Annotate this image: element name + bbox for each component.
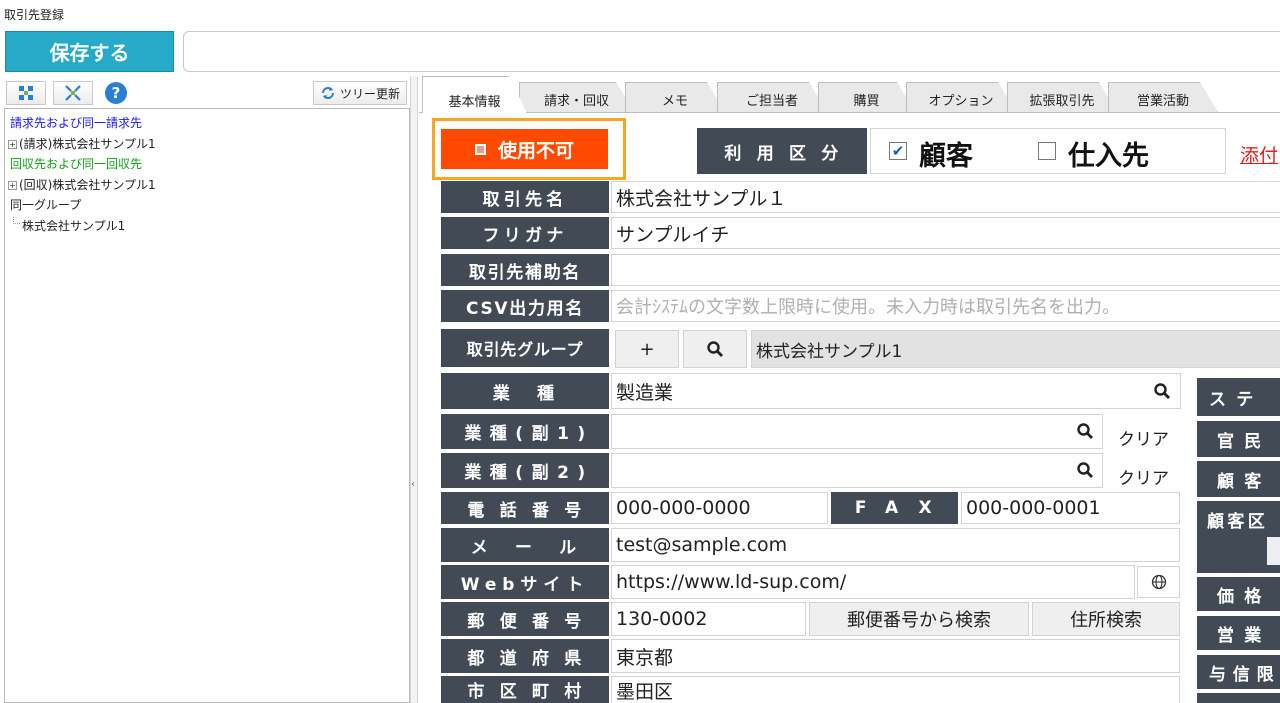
usage-options: ✔ 顧客 仕入先 (870, 128, 1226, 174)
furigana-label: フリガナ (441, 217, 609, 249)
tree-node-label: (回収)株式会社サンプル1 (19, 178, 156, 192)
splitter-collapse-icon[interactable]: ‹ (411, 479, 417, 501)
group-add-button[interactable]: + (615, 330, 679, 368)
industry-sub1-clear[interactable]: クリア (1118, 425, 1169, 450)
tree-node-billing[interactable]: + (請求)株式会社サンプル1 (8, 135, 156, 152)
phone-field[interactable]: 000-000-0000 (611, 492, 828, 524)
email-label: メール (441, 528, 609, 562)
tab-options[interactable]: オプション (906, 82, 1016, 112)
top-message-field (183, 31, 1280, 72)
collapse-all-button[interactable] (53, 81, 93, 105)
scroll-stub (1267, 537, 1280, 565)
save-button[interactable]: 保存する (5, 31, 174, 72)
right-label-customer-category: 顧客区 (1197, 501, 1280, 573)
industry-sub2-clear[interactable]: クリア (1118, 464, 1169, 489)
partner-name-label: 取引先名 (441, 181, 609, 213)
usage-label: 利用区分 (697, 128, 867, 174)
website-field[interactable]: https://www.ld-sup.com/ (611, 565, 1135, 599)
tab-extended-partner[interactable]: 拡張取引先 (1007, 82, 1117, 112)
right-label-next (1197, 693, 1280, 703)
fax-field[interactable]: 000-000-0001 (961, 492, 1180, 524)
expand-node-icon[interactable]: + (8, 181, 17, 190)
search-by-postal-button[interactable]: 郵便番号から検索 (809, 602, 1029, 636)
tree-header-collection: 回収先および同一回収先 (10, 157, 143, 171)
tab-sales-activity[interactable]: 営業活動 (1108, 82, 1218, 112)
checkbox-square-icon (474, 143, 486, 155)
status-label: 使用不可 (497, 139, 574, 162)
right-label-price: 価格 (1197, 577, 1280, 611)
expand-icon (19, 86, 33, 100)
sub-name-label: 取引先補助名 (441, 254, 609, 286)
tree-refresh-label: ツリー更新 (339, 86, 400, 101)
expand-node-icon[interactable]: + (8, 140, 17, 149)
industry-sub1-field[interactable] (611, 414, 1103, 449)
right-label-customer: 顧客 (1197, 461, 1280, 497)
right-label-status: ステ (1197, 378, 1280, 416)
search-icon (707, 341, 723, 357)
city-field[interactable]: 墨田区 (611, 676, 1180, 703)
customer-checkbox[interactable]: ✔ (889, 142, 907, 160)
prefecture-field[interactable]: 東京都 (611, 639, 1180, 673)
right-label-customer-category-text: 顧客区 (1207, 512, 1269, 532)
relation-tree: 請求先および同一請求先 + (請求)株式会社サンプル1 回収先および同一回収先 +… (4, 108, 410, 703)
right-label-sales: 営業 (1197, 616, 1280, 650)
supplier-label: 仕入先 (1068, 141, 1149, 172)
postal-field[interactable]: 130-0002 (611, 602, 806, 636)
city-label: 市区町村 (441, 676, 609, 703)
website-label: Webサイト (441, 565, 609, 599)
attachment-link[interactable]: 添付 (1240, 141, 1278, 168)
right-label-credit: 与信限 (1197, 655, 1280, 689)
address-search-button[interactable]: 住所検索 (1032, 602, 1180, 636)
customer-label: 顧客 (919, 141, 973, 172)
group-field: 株式会社サンプル1 (751, 330, 1280, 368)
postal-label: 郵便番号 (441, 602, 609, 636)
tree-toolbar: ? ツリー更新 (4, 79, 410, 107)
tab-purchasing[interactable]: 購買 (818, 82, 915, 112)
phone-label: 電話番号 (441, 492, 609, 524)
tree-header-group: 同一グループ (10, 198, 82, 212)
right-label-public-private: 官民 (1197, 421, 1280, 457)
tree-connector (13, 217, 20, 224)
search-icon[interactable] (1076, 461, 1094, 479)
help-icon[interactable]: ? (105, 82, 127, 104)
tree-refresh-button[interactable]: ツリー更新 (313, 81, 407, 105)
furigana-field[interactable]: サンプルイチ (611, 217, 1280, 249)
industry-sub2-field[interactable] (611, 453, 1103, 488)
sub-name-field[interactable] (611, 254, 1280, 286)
tree-node-group[interactable]: 株式会社サンプル1 (13, 217, 125, 234)
tree-node-label: (請求)株式会社サンプル1 (19, 137, 156, 151)
group-label: 取引先グループ (441, 329, 609, 367)
tab-billing-collection[interactable]: 請求・回収 (519, 82, 634, 112)
fax-label: FAX (831, 492, 958, 524)
prefecture-label: 都道府県 (441, 639, 609, 673)
window-title: 取引先登録 (4, 8, 65, 22)
tab-contacts[interactable]: ご担当者 (717, 82, 827, 112)
status-disabled-button[interactable]: 使用不可 (441, 129, 608, 169)
industry-label: 業種 (441, 373, 609, 409)
collapse-icon (65, 85, 81, 101)
refresh-icon (321, 87, 334, 99)
industry-field[interactable]: 製造業 (611, 373, 1181, 409)
csv-name-field[interactable]: 会計ｼｽﾃﾑの文字数上限時に使用。未入力時は取引先名を出力。 (611, 290, 1280, 322)
panel-splitter[interactable] (410, 76, 418, 703)
globe-icon (1151, 574, 1166, 590)
supplier-checkbox[interactable] (1038, 142, 1056, 160)
email-field[interactable]: test@sample.com (611, 528, 1180, 562)
partner-name-field[interactable]: 株式会社サンプル１ (611, 181, 1280, 213)
search-icon[interactable] (1076, 422, 1094, 440)
open-website-button[interactable] (1137, 566, 1180, 598)
industry-sub1-label: 業種(副1) (441, 414, 609, 449)
csv-name-label: CSV出力用名 (441, 290, 609, 322)
industry-sub2-label: 業種(副2) (441, 453, 609, 488)
tree-node-collection[interactable]: + (回収)株式会社サンプル1 (8, 176, 156, 193)
tree-node-label: 株式会社サンプル1 (22, 219, 126, 233)
tab-memo[interactable]: メモ (625, 82, 725, 112)
tab-content-border (419, 112, 1280, 113)
expand-all-button[interactable] (6, 81, 46, 105)
tree-header-billing: 請求先および同一請求先 (10, 116, 143, 130)
group-search-button[interactable] (683, 330, 747, 368)
tab-basic-info[interactable]: 基本情報 (422, 76, 527, 113)
search-icon[interactable] (1153, 382, 1171, 400)
